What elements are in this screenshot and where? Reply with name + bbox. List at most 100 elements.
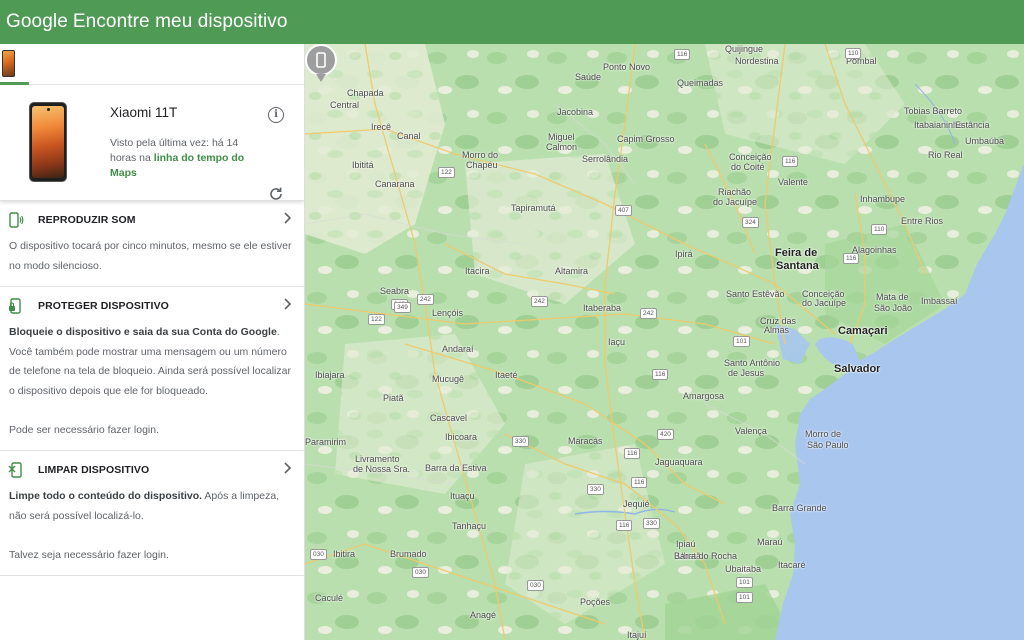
secure-device-title: PROTEGER DISPOSITIVO [38,300,169,312]
map-city-label: Seabra [380,286,410,296]
map-city-label: do Jacuípe [802,298,847,308]
map-city-label: Altamira [555,266,589,276]
map-city-label: Tapiramutá [511,203,556,213]
map-city-label: Itaeté [495,370,518,380]
refresh-icon[interactable] [268,186,284,202]
map-road-shield: 122 [368,314,385,325]
app-title[interactable]: Google Encontre meu dispositivo [6,11,288,33]
info-icon[interactable]: i [268,107,284,123]
map-city-label: Conceição [729,152,772,162]
map-road-shield: 030 [310,549,327,560]
map-major-city-label: Santana [776,260,819,272]
map-road-shield: 330 [587,484,604,495]
map-city-label: Umbaúba [965,136,1005,146]
map-city-label: Inhambupe [860,194,906,204]
map-city-label: Ipirá [675,249,693,259]
map-city-label: Itajuí [627,630,647,640]
map-city-label: Imbassaí [921,296,958,306]
map-city-label: Nordestina [735,56,779,66]
map-road-shield: 330 [643,518,660,529]
map-city-label: Quijingue [725,44,764,54]
map-city-label: São João [874,303,913,313]
map-city-label: Barra do Rocha [674,551,738,561]
map-city-label: Maracás [568,436,603,446]
map-view[interactable]: Quijingue Nordestina Ponto Novo Saúde Queima… [305,44,1024,640]
map-city-label: Chapéu [466,160,498,170]
map-road-shield: 420 [657,429,674,440]
map-road-shield: 407 [615,205,632,216]
map-road-shield: 349 [394,302,411,313]
map-city-label: Santo Antônio [724,358,781,368]
map-road-shield: 122 [438,167,455,178]
map-city-label: Morro de [805,429,842,439]
map-city-label: Poções [580,597,611,607]
map-city-label: Brumado [390,549,427,559]
chevron-right-icon [284,212,292,224]
map-city-label: Andaraí [442,344,474,354]
map-road-shield: 116 [616,520,633,531]
erase-phone-icon [8,462,22,478]
device-card: Xiaomi 11T Visto pela última vez: há 14 … [0,85,304,201]
map-road-shield: 330 [512,436,529,447]
device-tab-thumbnail[interactable] [2,50,15,77]
map-city-label: Ibititá [352,160,374,170]
map-city-label: Estância [955,120,990,130]
device-panel: Xiaomi 11T Visto pela última vez: há 14 … [0,44,305,640]
device-location-marker[interactable] [305,44,337,86]
app-header: Google Encontre meu dispositivo [0,0,1024,44]
map-city-label: Lençóis [432,308,464,318]
map-road-shield: 110 [845,48,862,59]
map-city-label: Mata de [876,292,909,302]
device-tabs [0,44,304,85]
map-road-shield: 324 [742,217,759,228]
map-city-label: Canarana [375,179,415,189]
map-city-label: Iaçu [608,337,626,347]
map-city-label: Itaberaba [583,303,622,313]
map-city-label: Ubaitaba [725,564,762,574]
map-road-shield: 116 [631,477,648,488]
map-city-label: Central [330,100,360,110]
erase-device-action[interactable]: LIMPAR DISPOSITIVO Limpe todo o conteúdo… [0,451,304,576]
map-city-label: Itacira [465,266,490,276]
map-city-label: Anagé [470,610,497,620]
map-major-city-label: Camaçari [838,325,888,337]
map-city-label: Capim Grosso [617,134,675,144]
map-city-label: Irecê [371,122,392,132]
play-sound-description: O dispositivo tocará por cinco minutos, … [0,237,304,286]
map-road-shield: 116 [674,49,691,60]
map-road-shield: 116 [843,253,860,264]
map-city-label: Barra da Estiva [425,463,487,473]
map-city-label: Tobias Barreto [904,106,963,116]
map-city-label: Itacaré [778,560,806,570]
map-road-shield: 101 [736,577,753,588]
map-city-label: Mucugê [432,374,465,384]
map-city-label: Barra Grande [772,503,827,513]
map-city-label: Ituaçu [450,491,475,501]
map-city-label: Entre Rios [901,216,944,226]
secure-device-description: Bloqueie o dispositivo e saia da sua Con… [0,323,304,450]
secure-device-action[interactable]: PROTEGER DISPOSITIVO Bloqueie o disposit… [0,287,304,451]
map-major-city-label: Salvador [834,363,881,375]
map-city-label: Serrolândia [582,154,629,164]
map-city-label: Rio Real [928,150,963,160]
lock-phone-icon [9,298,21,314]
google-logo: Google [6,11,68,32]
play-sound-icon [9,212,24,228]
map-city-label: Canal [397,131,421,141]
map-road-shield: 101 [733,336,750,347]
map-city-label: Caculé [315,593,344,603]
map-road-shield: 116 [652,369,669,380]
map-city-label: Queimadas [677,78,724,88]
phone-screen [32,106,64,178]
map-city-label: do Coité [731,162,765,172]
map-city-label: Miguel [548,132,575,142]
map-city-label: Cascavel [430,413,468,423]
map-city-label: Jaguaquara [655,457,703,467]
map-road-shield: 242 [640,308,657,319]
map-city-label: do Jacuípe [713,197,758,207]
play-sound-title: REPRODUZIR SOM [38,214,136,226]
map-city-label: Valente [778,177,808,187]
map-city-label: São Paulo [807,440,849,450]
play-sound-action[interactable]: REPRODUZIR SOM O dispositivo tocará por … [0,201,304,287]
map-road-shield: 116 [624,448,641,459]
